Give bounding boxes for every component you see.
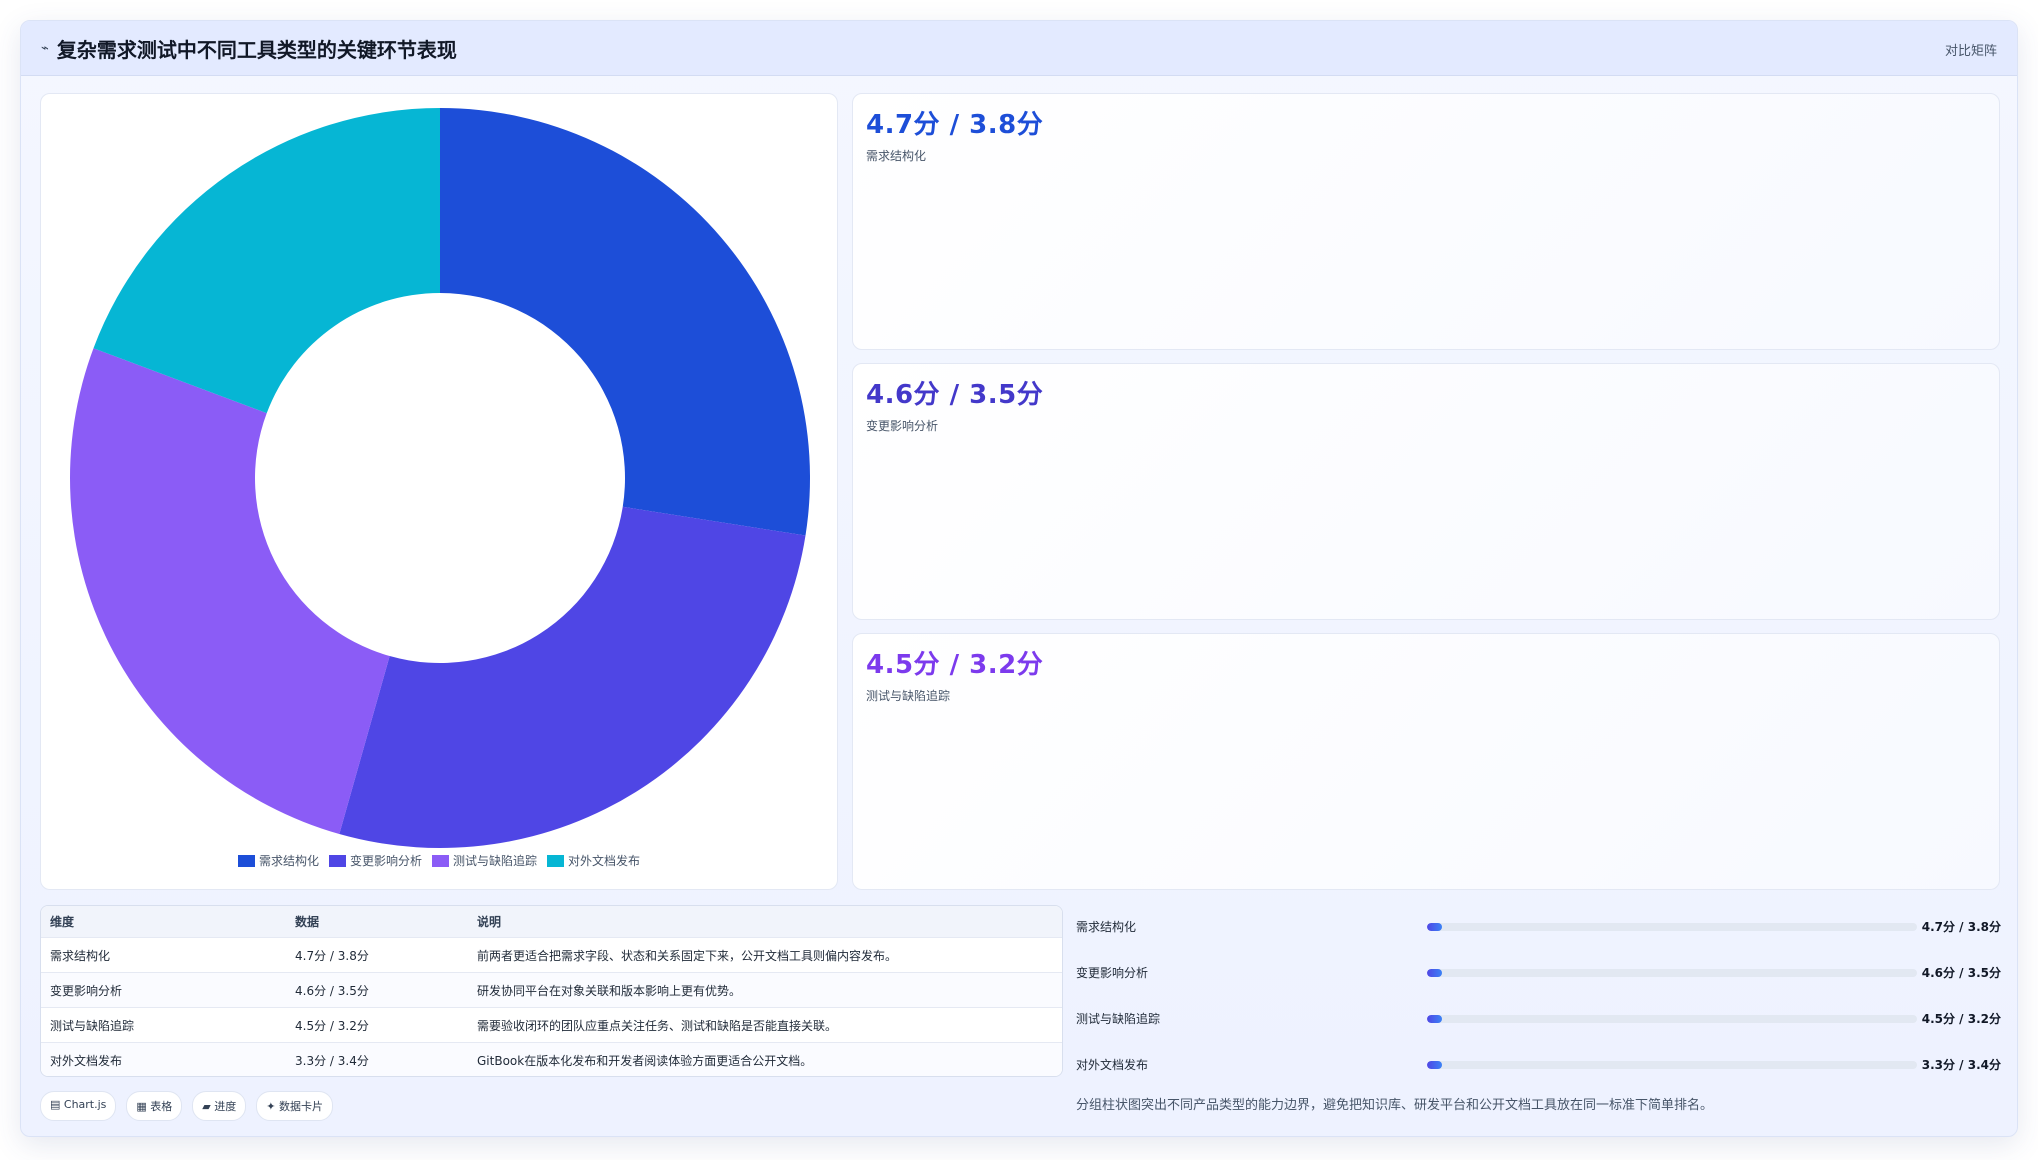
column-header-dimension: 维度 (50, 915, 75, 929)
stat-label: 变更影响分析 (866, 419, 939, 433)
stat-value: 4.7分 / 3.8分 (866, 110, 1044, 140)
table-cell: GitBook在版本化发布和开发者阅读体验方面更适合公开文档。 (477, 1054, 813, 1068)
table-cell: 需要验收闭环的团队应重点关注任务、测试和缺陷是否能直接关联。 (477, 1018, 838, 1033)
column-header-description: 说明 (477, 915, 502, 929)
stat-card-change-impact: 4.6分 / 3.5分 变更影响分析 (852, 363, 2000, 620)
footnote-text: 分组柱状图突出不同产品类型的能力边界，避免把知识库、研发平台和公开文档工具放在同… (1076, 1098, 1714, 1113)
legend-label: 对外文档发布 (568, 854, 641, 868)
table-cell: 测试与缺陷追踪 (50, 1018, 135, 1033)
chip-progress[interactable]: ▰ 进度 (192, 1091, 247, 1121)
stat-value: 4.6分 / 3.5分 (866, 380, 1044, 410)
donut-chart-card: 需求结构化 变更影响分析 测试与缺陷追踪 对外文档发布 (40, 93, 838, 890)
progress-value: 4.6分 / 3.5分 (1921, 966, 2001, 980)
table-row: 对外文档发布 3.3分 / 3.4分 GitBook在版本化发布和开发者阅读体验… (41, 1043, 1062, 1076)
tag-chips: ▤ Chart.js ▦ 表格 ▰ 进度 ✦ 数据卡片 (40, 1091, 333, 1121)
progress-value: 4.7分 / 3.8分 (1921, 920, 2001, 934)
progress-fill (1427, 969, 1442, 977)
chip-chartjs[interactable]: ▤ Chart.js (40, 1091, 117, 1121)
table-header-row: 维度 数据 说明 (41, 906, 1062, 938)
table-cell: 4.6分 / 3.5分 (295, 983, 369, 998)
table-cell: 4.5分 / 3.2分 (295, 1018, 369, 1033)
progress-row: 需求结构化 4.7分 / 3.8分 (1076, 915, 2001, 935)
table-row: 变更影响分析 4.6分 / 3.5分 研发协同平台在对象关联和版本影响上更有优势… (41, 973, 1062, 1008)
compare-matrix-link[interactable]: 对比矩阵 (1945, 40, 1997, 59)
progress-row: 变更影响分析 4.6分 / 3.5分 (1076, 961, 2001, 981)
progress-label: 对外文档发布 (1076, 1058, 1149, 1072)
progress-track (1427, 1061, 1917, 1069)
legend-label: 测试与缺陷追踪 (453, 854, 538, 868)
column-header-data: 数据 (295, 915, 320, 929)
legend-label: 变更影响分析 (349, 854, 422, 868)
legend-swatch (547, 854, 565, 867)
legend-swatch (237, 854, 255, 867)
chip-data-cards[interactable]: ✦ 数据卡片 (256, 1091, 333, 1121)
chart-legend: 需求结构化 变更影响分析 测试与缺陷追踪 对外文档发布 (41, 852, 837, 869)
stat-label: 需求结构化 (866, 149, 927, 163)
dashboard-frame: ⌁ 复杂需求测试中不同工具类型的关键环节表现 对比矩阵 需求结构化 变更影响分析测… (20, 20, 2018, 1137)
stat-card-test-tracking: 4.5分 / 3.2分 测试与缺陷追踪 (852, 633, 2000, 890)
legend-swatch (432, 854, 449, 867)
chip-table[interactable]: ▦ 表格 (126, 1091, 183, 1121)
progress-value: 4.5分 / 3.2分 (1921, 1012, 2001, 1026)
table-row: 测试与缺陷追踪 4.5分 / 3.2分 需要验收闭环的团队应重点关注任务、测试和… (41, 1008, 1062, 1043)
donut-chart (69, 108, 810, 848)
donut-slice-3[interactable] (69, 348, 390, 835)
legend-item[interactable]: 变更影响分析 (328, 852, 422, 869)
legend-swatch (328, 854, 346, 867)
page-title: 复杂需求测试中不同工具类型的关键环节表现 (56, 37, 457, 62)
table-cell: 研发协同平台在对象关联和版本影响上更有优势。 (477, 983, 742, 998)
table-cell: 4.7分 / 3.8分 (295, 948, 369, 963)
progress-track (1427, 969, 1917, 977)
progress-fill (1427, 1015, 1442, 1023)
donut-slice-1[interactable] (440, 108, 810, 536)
stat-value: 4.5分 / 3.2分 (866, 650, 1044, 680)
table-cell: 变更影响分析 (50, 983, 123, 998)
legend-item[interactable]: 测试与缺陷追踪 (432, 852, 537, 869)
stat-label: 测试与缺陷追踪 (866, 689, 951, 703)
progress-value: 3.3分 / 3.4分 (1921, 1058, 2001, 1072)
legend-item[interactable]: 需求结构化 (237, 852, 319, 869)
progress-track (1427, 1015, 1917, 1023)
progress-fill (1427, 1061, 1442, 1069)
table-cell: 前两者更适合把需求字段、状态和关系固定下来，公开文档工具则偏内容发布。 (477, 948, 898, 963)
legend-item[interactable]: 对外文档发布 (547, 852, 640, 869)
table-cell: 对外文档发布 (50, 1054, 123, 1068)
title-bar: ⌁ 复杂需求测试中不同工具类型的关键环节表现 对比矩阵 (21, 21, 2017, 76)
table-cell: 需求结构化 (50, 948, 111, 963)
progress-row: 测试与缺陷追踪 4.5分 / 3.2分 (1076, 1007, 2001, 1027)
table-cell: 3.3分 / 3.4分 (295, 1054, 369, 1068)
data-table: 维度 数据 说明 需求结构化 4.7分 / 3.8分 前两者更适合把需求字段、状… (40, 905, 1063, 1077)
donut-slice-4[interactable] (93, 108, 440, 414)
progress-track (1427, 923, 1917, 931)
table-row: 需求结构化 4.7分 / 3.8分 前两者更适合把需求字段、状态和关系固定下来，… (41, 938, 1062, 973)
progress-fill (1427, 923, 1442, 931)
donut-slice-2[interactable] (339, 506, 806, 848)
progress-label: 变更影响分析 (1076, 966, 1149, 980)
stat-card-requirements: 4.7分 / 3.8分 需求结构化 (852, 93, 2000, 350)
progress-row: 对外文档发布 3.3分 / 3.4分 (1076, 1053, 2001, 1073)
chart-icon: ⌁ (41, 40, 49, 56)
progress-label: 需求结构化 (1076, 920, 1137, 934)
progress-label: 测试与缺陷追踪 (1076, 1012, 1161, 1026)
legend-label: 需求结构化 (258, 854, 319, 868)
